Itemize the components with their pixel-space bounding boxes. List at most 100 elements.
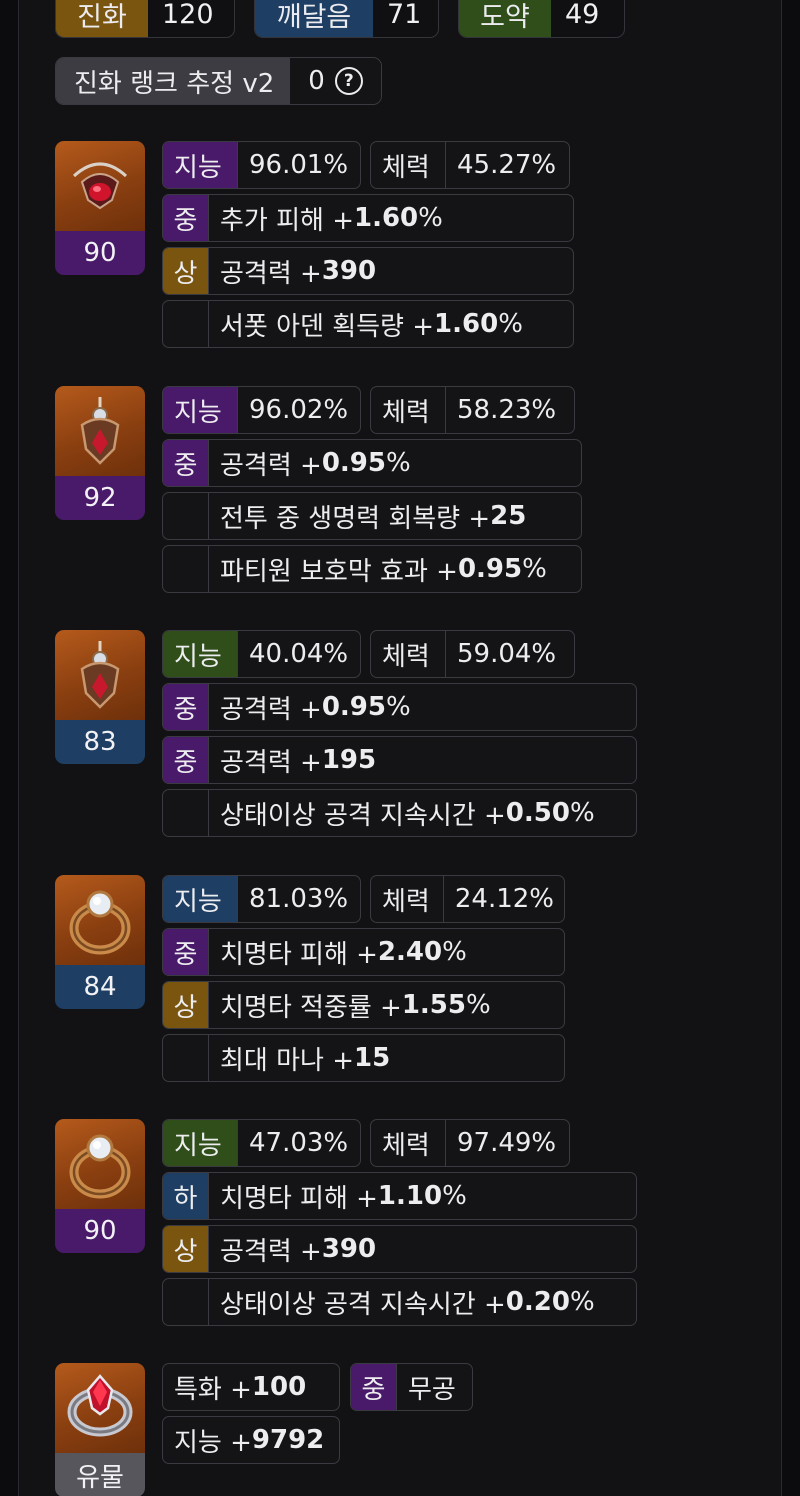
effect-text: 공격력 + [220, 450, 322, 481]
stat-hp-row: 체력 59.04% [370, 630, 575, 678]
item-thumbnail[interactable]: 90 [55, 141, 145, 275]
stat-evolution: 진화 120 [55, 0, 235, 38]
stat-name: 체력 [371, 142, 446, 188]
effect-num: 15 [354, 1043, 391, 1073]
item-thumbnail[interactable]: 83 [55, 630, 145, 764]
effect-suffix: % [466, 990, 491, 1020]
effect-suffix: % [385, 448, 411, 478]
stat-enlightenment-value: 71 [387, 0, 422, 30]
effect-num: 1.55 [401, 990, 466, 1020]
bracelet-thumbnail[interactable]: 유물 [55, 1363, 145, 1496]
effect-suffix: % [418, 203, 443, 233]
stat-leap-label: 도약 [459, 0, 551, 37]
effect-row: 최대 마나 +15 [162, 1034, 565, 1082]
stat-leap-value: 49 [565, 0, 600, 30]
stat-value: 58.23% [457, 395, 557, 425]
bracelet-grade-row: 중 무공 [350, 1363, 473, 1411]
effect-num: 0.95 [321, 692, 386, 722]
stat-name: 체력 [371, 631, 446, 677]
effect-num: 390 [321, 256, 377, 286]
stat-int-row: 지능 96.01% [162, 141, 361, 189]
effect-row: 전투 중 생명력 회복량 +25 [162, 492, 582, 540]
effect-row: 상 치명타 적중률 +1.55% [162, 981, 565, 1029]
effect-suffix: % [569, 798, 595, 828]
effect-num: 1.60 [434, 309, 499, 339]
effect-text: 상태이상 공격 지속시간 + [220, 800, 506, 831]
stat-value: 40.04% [249, 639, 349, 669]
ring-icon [69, 1134, 131, 1199]
item-thumbnail[interactable]: 84 [55, 875, 145, 1009]
effect-text: 치명타 피해 + [220, 1183, 378, 1214]
stat-value: 96.02% [249, 395, 349, 425]
effect-num: 0.50 [505, 798, 570, 828]
effect-text: 공격력 + [220, 1236, 322, 1267]
stat-name: 지능 [163, 631, 238, 677]
effect-row: 상태이상 공격 지속시간 +0.20% [162, 1278, 637, 1326]
effect-text: 추가 피해 + [220, 205, 354, 236]
stat-hp-row: 체력 58.23% [370, 386, 575, 434]
effect-row: 상 공격력 +390 [162, 1225, 637, 1273]
question-circle-icon[interactable]: ? [334, 67, 363, 95]
stat-name: 지능 [163, 876, 238, 922]
bracelet-spec-num: 100 [251, 1372, 307, 1402]
grade-badge: 중 [163, 737, 209, 783]
stat-name: 체력 [371, 876, 444, 922]
effect-text: 최대 마나 + [220, 1045, 354, 1076]
effect-text: 상태이상 공격 지속시간 + [220, 1289, 506, 1320]
effect-row: 서폿 아덴 획득량 +1.60% [162, 300, 574, 348]
bracelet-spec-row: 특화 +100 [162, 1363, 340, 1411]
effect-num: 0.95 [321, 448, 386, 478]
stat-hp-row: 체력 45.27% [370, 141, 570, 189]
item-thumbnail[interactable]: 90 [55, 1119, 145, 1253]
effect-suffix: % [442, 937, 467, 967]
effect-text: 파티원 보호막 효과 + [220, 556, 458, 587]
rank-estimate: 진화 랭크 추정 v2 0 ? [55, 57, 382, 105]
stat-hp-row: 체력 97.49% [370, 1119, 570, 1167]
stat-name: 지능 [163, 387, 238, 433]
bracelet-icon [67, 1374, 133, 1437]
effect-num: 1.60 [354, 203, 419, 233]
effect-text: 전투 중 생명력 회복량 + [220, 503, 491, 534]
stat-value: 45.27% [457, 150, 557, 180]
effect-row: 중 공격력 +195 [162, 736, 637, 784]
effect-row: 중 공격력 +0.95% [162, 683, 637, 731]
stat-int-row: 지능 47.03% [162, 1119, 361, 1167]
stat-name: 지능 [163, 142, 238, 188]
effect-num: 2.40 [377, 937, 443, 967]
necklace-icon [72, 162, 128, 210]
bracelet-int-row: 지능 +9792 [162, 1416, 340, 1464]
stat-enlightenment: 깨달음 71 [254, 0, 439, 38]
grade-badge: 중 [163, 929, 209, 975]
effect-text: 공격력 + [220, 694, 322, 725]
effect-num: 195 [321, 745, 377, 775]
effect-text: 치명타 적중률 + [220, 992, 402, 1023]
grade-badge [163, 546, 209, 592]
bracelet-int-num: 9792 [251, 1425, 325, 1455]
earring-icon [80, 641, 120, 709]
effect-suffix: % [385, 692, 411, 722]
stat-name: 체력 [371, 1120, 446, 1166]
stat-name: 지능 [163, 1120, 238, 1166]
effect-num: 25 [490, 501, 527, 531]
item-level: 92 [55, 476, 145, 520]
grade-badge: 하 [163, 1173, 209, 1219]
effect-text: 공격력 + [220, 747, 322, 778]
effect-suffix: % [522, 554, 547, 584]
effect-num: 0.95 [457, 554, 523, 584]
rank-estimate-label: 진화 랭크 추정 v2 [56, 58, 291, 104]
stat-evolution-label: 진화 [56, 0, 148, 37]
grade-badge: 중 [163, 195, 209, 241]
stat-hp-row: 체력 24.12% [370, 875, 565, 923]
effect-num: 0.20 [505, 1287, 570, 1317]
effect-row: 하 치명타 피해 +1.10% [162, 1172, 637, 1220]
item-thumbnail[interactable]: 92 [55, 386, 145, 520]
effect-text: 서폿 아덴 획득량 + [220, 311, 435, 342]
effect-suffix: % [569, 1287, 595, 1317]
stat-name: 체력 [371, 387, 446, 433]
effect-num: 1.10 [377, 1181, 443, 1211]
grade-badge: 상 [163, 248, 209, 294]
stat-int-row: 지능 96.02% [162, 386, 361, 434]
grade-badge [163, 790, 209, 836]
grade-badge: 중 [163, 684, 209, 730]
earring-icon [80, 397, 120, 465]
